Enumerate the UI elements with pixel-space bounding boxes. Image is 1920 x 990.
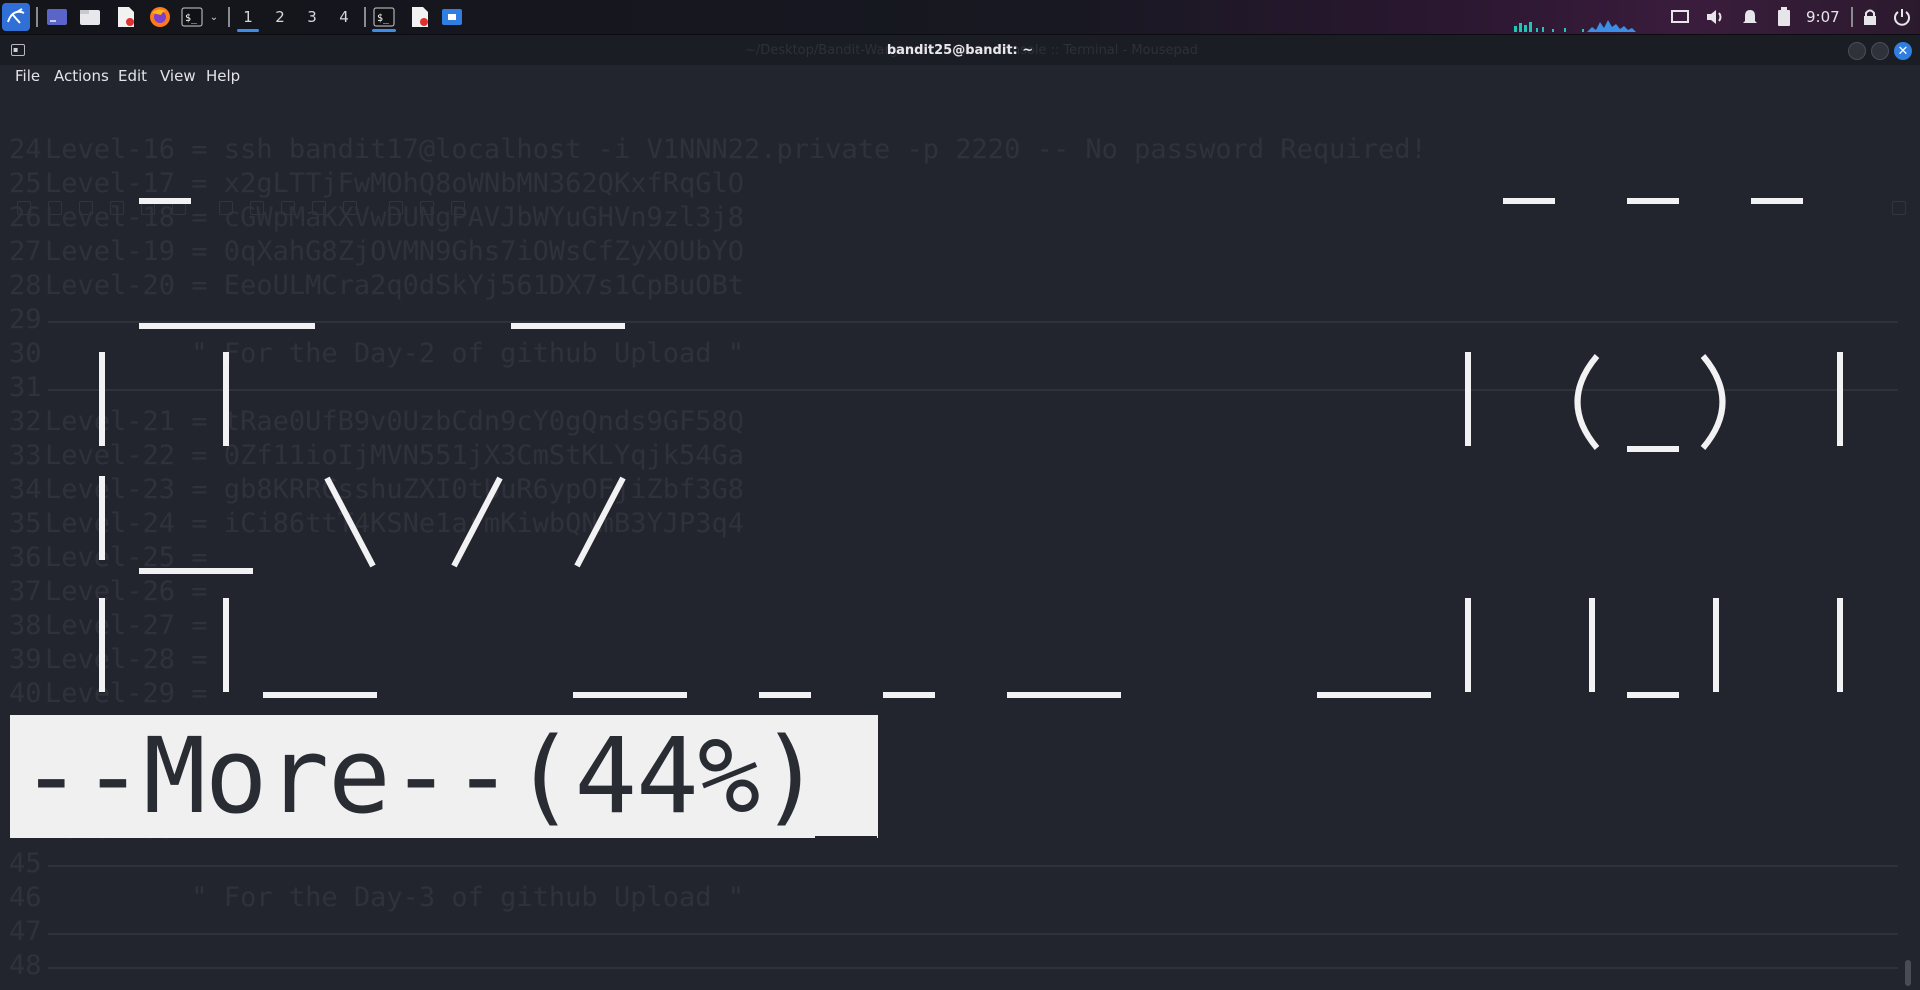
panel-separator (1851, 7, 1853, 27)
menu-bar (0, 65, 1920, 89)
volume-icon[interactable] (1703, 5, 1727, 29)
terminal-line: 45 (9, 848, 45, 879)
line-number: 45 (9, 848, 42, 879)
lock-icon[interactable] (1858, 5, 1882, 29)
panel-separator (36, 7, 38, 27)
top-panel: $_ ⌄ 1 2 3 4 $_ 9:07 (0, 0, 1920, 35)
terminal-line: 47 (9, 916, 45, 947)
bell-icon[interactable] (1738, 5, 1762, 29)
power-icon[interactable] (1890, 5, 1914, 29)
workspace-3[interactable]: 3 (298, 4, 326, 30)
window-titlebar[interactable]: ~/Desktop/Bandit-Wargame :: bash — Konso… (0, 35, 1920, 65)
terminal-line: 46 " For the Day-3 of github Upload " (9, 882, 744, 913)
panel-separator (228, 7, 230, 27)
toolbar (0, 98, 1920, 215)
menu-view[interactable]: View (160, 67, 196, 85)
chevron-down-icon[interactable]: ⌄ (208, 5, 220, 29)
terminal-scrollbar[interactable] (1905, 960, 1911, 986)
panel-separator (364, 7, 366, 27)
svg-text:$_: $_ (185, 13, 198, 24)
line-number: 48 (9, 950, 42, 981)
line-number: 46 (9, 882, 42, 913)
figlet-ascii-art (99, 198, 1843, 698)
firefox-icon[interactable] (148, 5, 172, 29)
minimize-button[interactable] (1848, 42, 1866, 60)
taskbar-screenshot[interactable] (438, 4, 466, 30)
menu-edit[interactable]: Edit (118, 67, 147, 85)
terminal-window-icon[interactable]: ▪ (11, 44, 25, 56)
battery-icon[interactable] (1772, 5, 1796, 29)
svg-text:$_: $_ (377, 13, 390, 24)
clock[interactable]: 9:07 (1806, 8, 1840, 26)
file-manager-icon[interactable] (78, 5, 102, 29)
menu-file[interactable]: File (15, 67, 40, 85)
more-prompt-text: --More--(44%) (20, 715, 822, 837)
separator-rule (48, 967, 1898, 969)
window-title: bandit25@bandit: ~ (886, 43, 1034, 58)
cpu-usage-graph (1514, 20, 1636, 32)
line-text: " For the Day-3 of github Upload " (45, 882, 744, 913)
workspace-1[interactable]: 1 (234, 4, 262, 32)
close-button[interactable]: ✕ (1894, 42, 1912, 60)
menu-help[interactable]: Help (206, 67, 240, 85)
terminal-line: 48 (9, 950, 45, 981)
kali-menu-icon[interactable] (2, 3, 30, 31)
show-desktop-icon[interactable] (45, 5, 69, 29)
workspace-2[interactable]: 2 (266, 4, 294, 30)
taskbar-text-editor[interactable] (406, 4, 434, 30)
text-editor-icon[interactable] (114, 5, 138, 29)
taskbar-terminal[interactable]: $_ (370, 4, 398, 32)
separator-rule (48, 865, 1898, 867)
separator-rule (48, 933, 1898, 935)
terminal-cursor-gap (815, 836, 877, 838)
workspace-4[interactable]: 4 (330, 4, 358, 30)
screen-icon[interactable] (1668, 5, 1692, 29)
menu-actions[interactable]: Actions (54, 67, 109, 85)
maximize-button[interactable] (1871, 42, 1889, 60)
line-number: 47 (9, 916, 42, 947)
terminal-icon[interactable]: $_ (180, 5, 204, 29)
